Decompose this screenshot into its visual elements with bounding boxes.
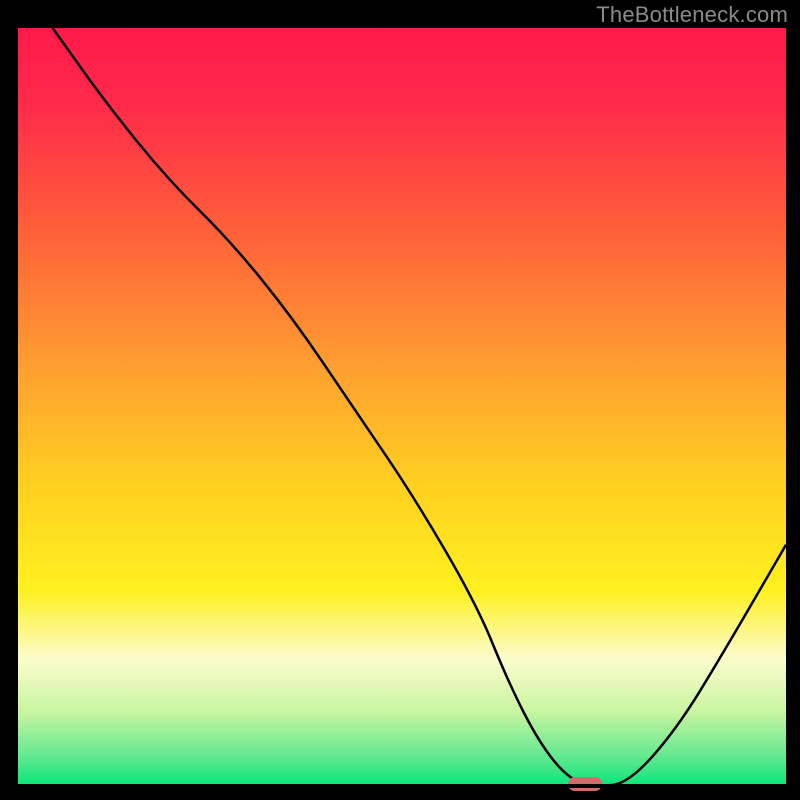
bottleneck-curve (14, 28, 786, 788)
watermark-text: TheBottleneck.com (596, 2, 788, 28)
y-axis (14, 28, 18, 788)
x-axis (14, 784, 786, 788)
chart-frame (14, 28, 786, 788)
